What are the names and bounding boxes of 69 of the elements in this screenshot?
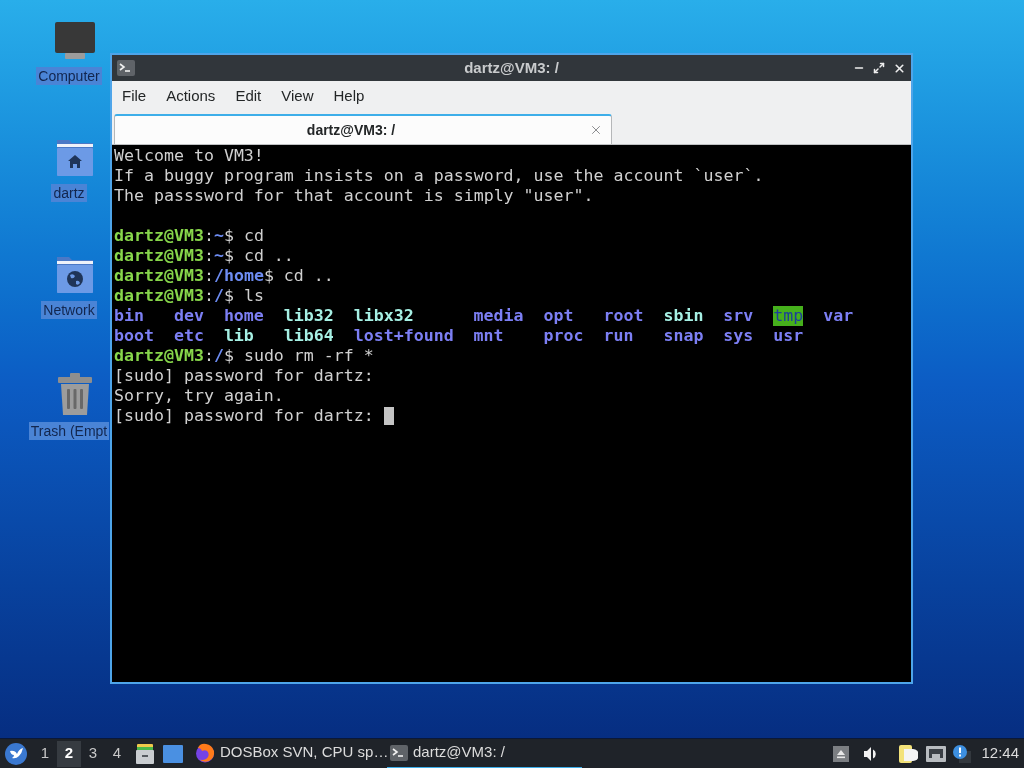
- desktop-icon-label[interactable]: dartz: [51, 184, 87, 202]
- close-icon: [589, 123, 603, 137]
- directory-name: var: [823, 306, 854, 326]
- terminal-line: If a buggy program insists on a password, use the account `user`.: [114, 166, 764, 186]
- link-name: sbin: [663, 306, 704, 326]
- workspace-button[interactable]: 4: [105, 740, 129, 767]
- clock[interactable]: 12:44: [981, 742, 1019, 765]
- directory-name: tmp: [773, 306, 804, 326]
- desktop-icon-label[interactable]: Trash (Empt: [28, 422, 110, 440]
- monitor-icon[interactable]: [54, 22, 96, 60]
- terminal-line: Welcome to VM3!: [114, 146, 264, 166]
- bird-icon: [5, 742, 27, 765]
- directory-name: sys: [723, 326, 754, 346]
- directory-name: usr: [773, 326, 804, 346]
- desktop-icon-label[interactable]: Network: [41, 301, 97, 319]
- network-icon[interactable]: [926, 744, 947, 763]
- directory-name: etc: [173, 326, 204, 346]
- terminal-line: dartz@VM3:/$ ls: [114, 286, 264, 306]
- terminal-line: The passsword for that account is simply "user".: [114, 186, 594, 206]
- directory-name: run: [603, 326, 634, 346]
- workspace-button[interactable]: 1: [33, 740, 57, 767]
- directory-name: proc: [543, 326, 584, 346]
- terminal-line: dartz@VM3:/home$ cd ..: [114, 266, 334, 286]
- taskbar-task[interactable]: DOSBox SVN, CPU sp…: [192, 738, 387, 768]
- terminal-line: Sorry, try again.: [114, 386, 284, 406]
- menu-item[interactable]: File: [112, 83, 157, 109]
- directory-name: root: [603, 306, 644, 326]
- tab[interactable]: dartz@VM3: /: [114, 114, 612, 144]
- link-name: lib32: [283, 306, 334, 326]
- workspace-button[interactable]: 3: [81, 740, 105, 767]
- terminal-line: dartz@VM3:~$ cd ..: [114, 246, 294, 266]
- alert-icon[interactable]: [953, 744, 972, 763]
- terminal-icon: [390, 744, 408, 761]
- terminal-icon: [117, 60, 135, 76]
- link-name: libx32: [353, 306, 414, 326]
- blank-window-icon[interactable]: [163, 744, 183, 763]
- terminal-line: dartz@VM3:~$ cd: [114, 226, 264, 246]
- desktop-icon-label[interactable]: Computer: [36, 67, 102, 85]
- terminal-line: [sudo] password for dartz:: [114, 406, 374, 426]
- file-cabinet-icon[interactable]: [136, 743, 154, 764]
- terminal-line: dartz@VM3:/$ sudo rm -rf *: [114, 346, 374, 366]
- directory-name: srv: [723, 306, 754, 326]
- workspace-button[interactable]: 2: [57, 740, 81, 767]
- directory-name: dev: [173, 306, 204, 326]
- eject-icon[interactable]: [833, 745, 850, 762]
- notes-icon[interactable]: [898, 743, 919, 764]
- start-menu-button[interactable]: [5, 742, 27, 765]
- link-name: lib: [223, 326, 254, 346]
- directory-name: lost+found: [353, 326, 454, 346]
- directory-name: boot: [114, 326, 154, 346]
- directory-name: media: [473, 306, 524, 326]
- maximize-icon: [873, 62, 885, 74]
- menu-item[interactable]: Actions: [156, 83, 226, 109]
- window-title: dartz@VM3: /: [464, 57, 559, 78]
- close-icon: [892, 61, 906, 75]
- globe-folder-icon[interactable]: [55, 256, 95, 294]
- directory-name: bin: [114, 306, 144, 326]
- home-folder-icon[interactable]: [55, 139, 95, 177]
- directory-name: home: [223, 306, 264, 326]
- menu-item[interactable]: Edit: [225, 83, 272, 109]
- link-name: lib64: [283, 326, 334, 346]
- menu-item[interactable]: View: [271, 83, 324, 109]
- terminal-line: [sudo] password for dartz:: [114, 366, 374, 386]
- menu-item[interactable]: Help: [323, 83, 375, 109]
- directory-name: opt: [543, 306, 574, 326]
- globe-icon: [195, 742, 215, 763]
- directory-name: mnt: [473, 326, 504, 346]
- taskbar-task[interactable]: dartz@VM3: /: [387, 738, 582, 768]
- directory-name: snap: [663, 326, 704, 346]
